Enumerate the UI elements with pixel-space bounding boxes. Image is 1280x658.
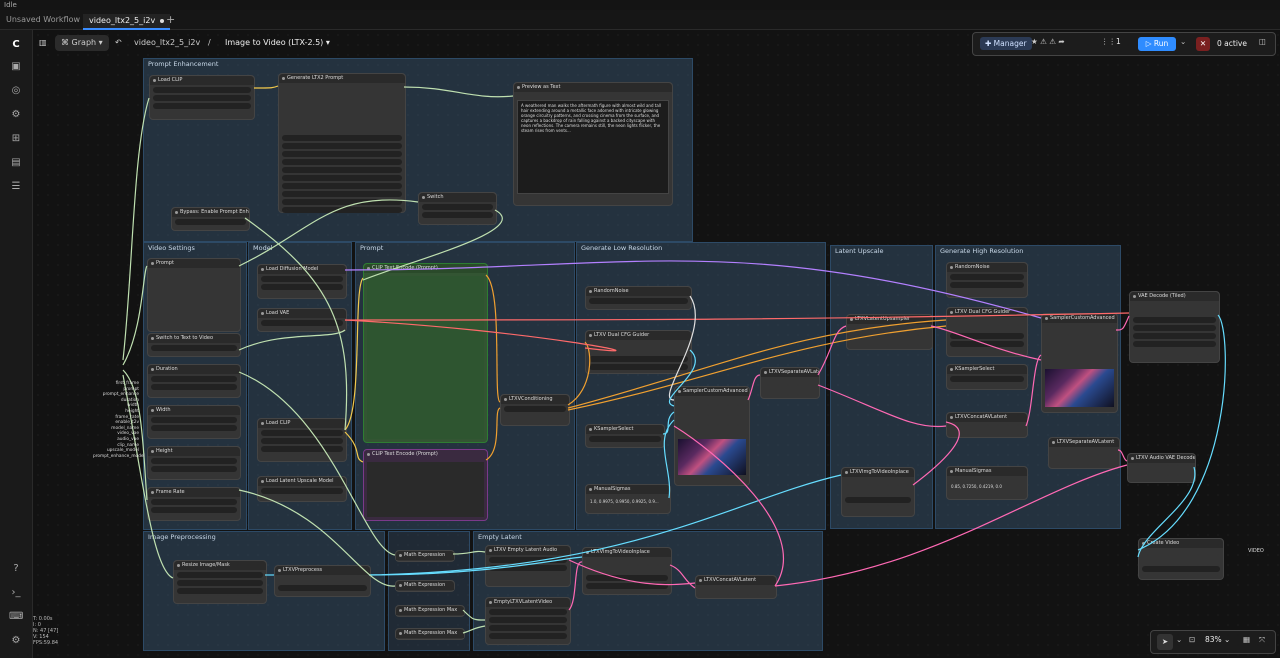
wire [344, 312, 1130, 321]
run-label: Run [1153, 39, 1169, 48]
wire [344, 277, 364, 431]
tab-label: video_ltx2_5_i2v [89, 16, 156, 25]
graph-mode-label: Graph [71, 38, 97, 47]
wire [912, 421, 960, 486]
back-icon[interactable]: ↶ [115, 35, 122, 51]
wire [253, 85, 279, 89]
graph-canvas[interactable]: Prompt Enhancement Video Settings Model … [33, 30, 1280, 658]
wire [238, 329, 346, 351]
breadcrumb-separator: / [208, 38, 211, 47]
manager-label: Manager [993, 39, 1027, 48]
wire [663, 419, 675, 499]
wire [238, 489, 396, 587]
wire [1137, 466, 1196, 558]
top-bar: ▥ ⌘ Graph ▾ ↶ video_ltx2_5_i2v / Image t… [33, 30, 933, 56]
wire [747, 374, 761, 401]
minimap-icon[interactable]: ▦ [1243, 635, 1250, 644]
sidebar-toggle-icon[interactable]: ◫ [1259, 37, 1266, 46]
queue-icon[interactable]: ☰ [9, 180, 23, 194]
active-queue-count[interactable]: 0 active [1217, 37, 1247, 51]
wire [452, 550, 486, 555]
link-visibility-icon[interactable]: ⤧ [1259, 635, 1265, 645]
new-tab-button[interactable]: + [166, 10, 175, 29]
wire [1137, 314, 1226, 551]
run-controls: ✚ Manager ★ ⚠ ⚠ ➦ ⋮⋮ 1 ▷ Run ⌄ ✕ 0 activ… [972, 32, 1276, 56]
zoom-level[interactable]: 83% ⌄ [1205, 635, 1230, 644]
breadcrumb-file[interactable]: video_ltx2_5_i2v [134, 35, 200, 51]
wire [568, 559, 696, 586]
perf-stats: T: 0.00s I: 0 N: 47 [47] V: 154 FPS:59.8… [33, 616, 58, 646]
wire [1115, 315, 1130, 331]
workflow-input-labels: first_frame prompt prompt_enhance durati… [93, 381, 145, 459]
graph-mode-button[interactable]: ⌘ Graph ▾ [55, 35, 109, 51]
puzzle-icon: ✚ [985, 39, 994, 48]
wire [344, 319, 617, 352]
wire [662, 411, 675, 435]
input-label: prompt_enhance_model [93, 453, 145, 459]
zoom-level-value: 83% [1205, 635, 1222, 644]
zoom-controls: ➤ ⌄ ⊡ 83% ⌄ ▦ ⤧ [1150, 630, 1276, 654]
sidebar: C ▣ ◎ ⚙ ⊞ ▤ ☰ ? ›_ ⌨ ⚙ [0, 30, 33, 658]
wire [568, 561, 583, 611]
select-tool-icon[interactable]: ➤ [1157, 634, 1173, 650]
graph-icon: ⌘ [61, 38, 72, 47]
nodes-icon[interactable]: ⚙ [9, 108, 23, 122]
tab-label: Unsaved Workflow [6, 15, 81, 24]
wire [344, 260, 1042, 319]
tool-chevron-icon[interactable]: ⌄ [1176, 635, 1182, 644]
drag-handle-icon[interactable]: ⋮⋮ [1101, 37, 1116, 46]
wire [774, 464, 1128, 587]
cancel-button[interactable]: ✕ [1196, 37, 1210, 51]
batch-count-input[interactable]: 1 [1116, 37, 1121, 46]
wire [368, 556, 583, 576]
wire [567, 325, 947, 411]
wire [673, 425, 784, 587]
run-options-chevron-icon[interactable]: ⌄ [1180, 37, 1186, 46]
templates-icon[interactable]: ▤ [9, 156, 23, 170]
workflow-title: Image to Video (LTX-2.5) [225, 38, 324, 47]
wire [368, 474, 842, 576]
wire [1117, 449, 1128, 462]
breadcrumb-title[interactable]: Image to Video (LTX-2.5) ▾ [225, 35, 330, 51]
play-icon: ▷ [1145, 39, 1154, 48]
run-button[interactable]: ▷ Run [1138, 37, 1176, 51]
tab-unsaved-workflow[interactable]: Unsaved Workflow [0, 10, 95, 29]
wire [485, 274, 501, 403]
models-icon[interactable]: ◎ [9, 84, 23, 98]
window-title: Idle [4, 1, 17, 9]
manager-button[interactable]: ✚ Manager [980, 37, 1032, 50]
wire [1025, 354, 1042, 427]
settings-icon[interactable]: ⚙ [9, 634, 23, 648]
unsaved-dot-icon [160, 18, 165, 23]
wire [344, 431, 364, 463]
wire [462, 625, 486, 634]
wire [567, 341, 591, 406]
output-video-label: VIDEO [1248, 548, 1264, 554]
stat-line: FPS:59.84 [33, 640, 59, 646]
wire [403, 86, 514, 98]
help-icon[interactable]: ? [9, 562, 23, 576]
wire [485, 407, 501, 461]
window-titlebar: Idle [0, 0, 1280, 10]
panel-toggle-icon[interactable]: ▥ [39, 35, 47, 51]
workflows-icon[interactable]: ⊞ [9, 132, 23, 146]
fit-view-icon[interactable]: ⊡ [1189, 635, 1195, 644]
tab-bar: Unsaved Workflow video_ltx2_5_i2v + [0, 10, 1280, 30]
toolbar-extra-icons[interactable]: ★ ⚠ ⚠ ➦ [1031, 37, 1065, 46]
link-wires [122, 85, 1226, 634]
wire [930, 325, 1042, 361]
keyboard-icon[interactable]: ⌨ [9, 610, 23, 624]
comfy-logo-icon[interactable]: C [9, 38, 23, 52]
wire [817, 384, 947, 428]
terminal-icon[interactable]: ›_ [9, 586, 23, 600]
wire [462, 609, 486, 621]
tab-video-ltx2[interactable]: video_ltx2_5_i2v [83, 14, 171, 30]
wire [244, 217, 348, 431]
wire [122, 97, 150, 361]
images-icon[interactable]: ▣ [9, 60, 23, 74]
